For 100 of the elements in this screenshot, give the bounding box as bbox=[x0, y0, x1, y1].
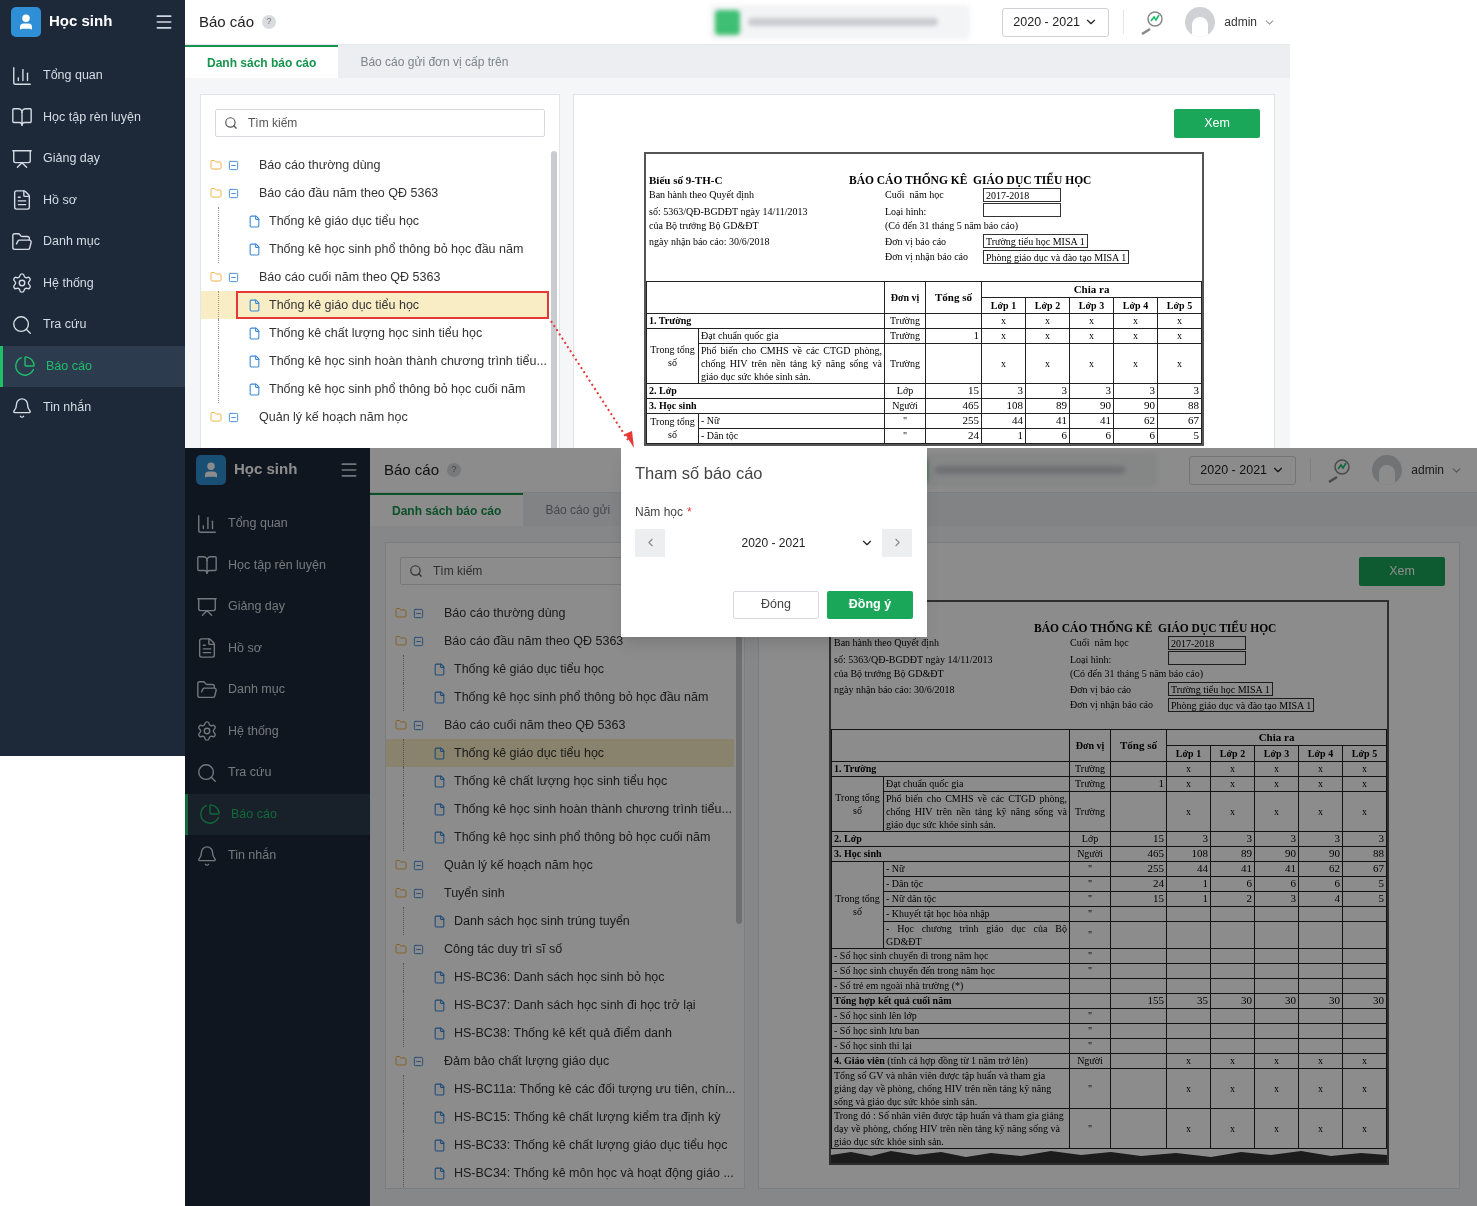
tree-item[interactable]: Thống kê chất lượng học sinh tiểu học bbox=[236, 319, 549, 347]
collapse-icon[interactable] bbox=[228, 271, 239, 283]
search-field[interactable]: Tìm kiếm bbox=[215, 109, 545, 137]
school-year-field[interactable]: 2020 - 2021 bbox=[665, 528, 882, 557]
sidebar-item[interactable]: Hồ sơ bbox=[185, 627, 370, 669]
tree-folder[interactable]: Báo cáo thường dùng bbox=[201, 151, 549, 179]
tree-item[interactable]: Thống kê giáo dục tiểu học bbox=[236, 291, 549, 319]
tree-folder[interactable]: Báo cáo cuối năm theo QĐ 5363 bbox=[386, 711, 734, 739]
tree-folder[interactable]: Quản lý kế hoạch năm học bbox=[201, 403, 549, 431]
sidebar-item[interactable]: Hệ thống bbox=[0, 262, 185, 304]
search-chart-icon[interactable] bbox=[1326, 457, 1353, 483]
tree-item[interactable]: Thống kê giáo dục tiểu học bbox=[421, 655, 734, 683]
tree-folder[interactable]: Quản lý kế hoạch năm học bbox=[386, 851, 734, 879]
school-year-select[interactable]: 2020 - 2021 bbox=[1189, 455, 1297, 485]
sidebar-item[interactable]: Hồ sơ bbox=[0, 179, 185, 221]
info-label: Đơn vị nhận báo cáo bbox=[1070, 699, 1154, 711]
table-cell: 41 bbox=[1056, 414, 1067, 426]
tree-folder[interactable]: Báo cáo đầu năm theo QĐ 5363 bbox=[201, 179, 549, 207]
sidebar-item[interactable]: Báo cáo bbox=[0, 345, 185, 387]
view-button[interactable]: Xem bbox=[1174, 109, 1260, 138]
tree-item[interactable]: Thống kê chất lượng học sinh tiểu học bbox=[421, 767, 734, 795]
row-label: - Số học sinh thi lại bbox=[834, 1040, 913, 1051]
tree-item[interactable]: HS-BC37: Danh sách học sinh đi học trở lại bbox=[421, 991, 734, 1019]
file-icon bbox=[433, 830, 446, 844]
column-header: Tổng số bbox=[1120, 738, 1157, 751]
sidebar-item[interactable]: Danh mục bbox=[185, 669, 370, 711]
collapse-icon[interactable] bbox=[413, 607, 424, 619]
help-icon[interactable]: ? bbox=[262, 15, 277, 29]
tree-item[interactable]: Thống kê giáo dục tiểu học bbox=[236, 207, 549, 235]
table-cell: 3 bbox=[1334, 832, 1340, 844]
tree-folder[interactable]: Tuyển sinh bbox=[386, 879, 734, 907]
collapse-icon[interactable] bbox=[413, 859, 424, 871]
column-header: Lớp 3 bbox=[1263, 747, 1290, 759]
scrollbar[interactable] bbox=[551, 151, 557, 448]
info-text: Ban hành theo Quyết định bbox=[834, 637, 939, 649]
avatar-icon[interactable] bbox=[1372, 455, 1403, 485]
sidebar-item[interactable]: Tin nhắn bbox=[185, 835, 370, 877]
table-cell: x bbox=[1274, 1122, 1279, 1134]
tree-item[interactable]: HS-BC34: Thống kê môn học và hoạt động giáo ... bbox=[421, 1159, 736, 1187]
avatar-icon[interactable] bbox=[1185, 7, 1216, 37]
tree-item[interactable]: Thống kê học sinh phổ thông bỏ học cuối năm bbox=[236, 375, 549, 403]
tree-item[interactable]: Thống kê học sinh hoàn thành chương trình tiểu... bbox=[421, 795, 734, 823]
row-label: - Số trẻ em ngoài nhà trường (*) bbox=[834, 980, 964, 991]
tree-item[interactable]: HS-BC11a: Thống kê các đối tượng ưu tiên, chín... bbox=[421, 1075, 738, 1103]
sidebar-item[interactable]: Tổng quan bbox=[185, 503, 370, 545]
tree-folder[interactable]: Đảm bảo chất lượng giáo dục bbox=[386, 1047, 734, 1075]
user-name[interactable]: admin bbox=[1411, 461, 1444, 479]
tree-item[interactable]: Danh sách học sinh trúng tuyển bbox=[421, 907, 734, 935]
tree-item[interactable]: HS-BC36: Danh sách học sinh bỏ học bbox=[421, 963, 734, 991]
sidebar-item[interactable]: Hệ thống bbox=[185, 710, 370, 752]
sidebar-item[interactable]: Tổng quan bbox=[0, 55, 185, 97]
close-button[interactable]: Đóng bbox=[733, 590, 819, 619]
school-year-select[interactable]: 2020 - 2021 bbox=[1002, 7, 1110, 37]
tree-folder[interactable]: Báo cáo cuối năm theo QĐ 5363 bbox=[201, 263, 549, 291]
confirm-button[interactable]: Đồng ý bbox=[827, 590, 913, 619]
tree-folder[interactable]: Công tác duy trì sĩ số bbox=[386, 935, 734, 963]
tab[interactable]: Danh sách báo cáo bbox=[370, 493, 524, 526]
sidebar-item[interactable]: Giảng dạy bbox=[0, 138, 185, 180]
collapse-icon[interactable] bbox=[413, 887, 424, 899]
file-icon bbox=[433, 1138, 446, 1152]
collapse-icon[interactable] bbox=[413, 943, 424, 955]
tree-item[interactable]: HS-BC33: Thống kê chất lượng giáo dục tiểu học bbox=[421, 1131, 734, 1159]
collapse-icon[interactable] bbox=[228, 187, 239, 199]
collapse-icon[interactable] bbox=[228, 411, 239, 423]
collapse-icon[interactable] bbox=[413, 635, 424, 647]
tree-folder[interactable]: Báo cáo đầu năm theo QĐ 5363 bbox=[386, 627, 734, 655]
sidebar-item[interactable]: Học tập rèn luyện bbox=[0, 96, 185, 138]
tab[interactable]: Danh sách báo cáo bbox=[185, 45, 339, 78]
table-cell: 6 bbox=[1246, 877, 1252, 889]
collapse-icon[interactable] bbox=[228, 159, 239, 171]
tree-item[interactable]: Thống kê học sinh phổ thông bỏ học cuối năm bbox=[421, 823, 734, 851]
tree-item[interactable]: Thống kê học sinh phổ thông bỏ học đầu năm bbox=[421, 683, 734, 711]
collapse-icon[interactable] bbox=[413, 719, 424, 731]
tree-folder[interactable]: Báo cáo thường dùng bbox=[386, 599, 734, 627]
tree-item[interactable]: Thống kê học sinh phổ thông bỏ học đầu năm bbox=[236, 235, 549, 263]
column-header: Lớp 4 bbox=[1307, 747, 1334, 759]
search-chart-icon[interactable] bbox=[1139, 9, 1166, 35]
open-book-icon bbox=[11, 106, 33, 129]
sidebar-item[interactable]: Học tập rèn luyện bbox=[185, 544, 370, 586]
sidebar-item[interactable]: Tra cứu bbox=[0, 304, 185, 346]
table-cell: x bbox=[1177, 315, 1182, 326]
table-cell: x bbox=[1186, 1122, 1191, 1134]
tab[interactable]: Báo cáo gửi đơn vị cấp trên bbox=[338, 45, 531, 78]
field-label: Năm học bbox=[635, 503, 684, 521]
sidebar-item[interactable]: Tra cứu bbox=[185, 752, 370, 794]
table-cell: 89 bbox=[1241, 847, 1252, 859]
table-cell: x bbox=[1318, 778, 1323, 789]
info-text: số: 5363/QĐ-BGDĐT ngày 14/11/2013 bbox=[649, 205, 808, 217]
collapse-icon[interactable] bbox=[413, 1055, 424, 1067]
table-cell: x bbox=[1089, 330, 1094, 341]
tree-item[interactable]: Thống kê học sinh hoàn thành chương trình tiểu... bbox=[236, 347, 549, 375]
info-value: 2017-2018 bbox=[1168, 635, 1246, 650]
user-name[interactable]: admin bbox=[1224, 13, 1257, 31]
sidebar-item[interactable]: Danh mục bbox=[0, 221, 185, 263]
tree-item[interactable]: HS-BC15: Thống kê chất lượng kiểm tra định kỳ bbox=[421, 1103, 734, 1131]
tree-item[interactable]: HS-BC38: Thống kê kết quả điểm danh bbox=[421, 1019, 734, 1047]
sidebar-item[interactable]: Giảng dạy bbox=[185, 586, 370, 628]
sidebar-item[interactable]: Tin nhắn bbox=[0, 387, 185, 429]
row-label: - Dân tộc bbox=[701, 430, 739, 441]
info-value: Trường tiểu học MISA 1 bbox=[1168, 682, 1273, 697]
